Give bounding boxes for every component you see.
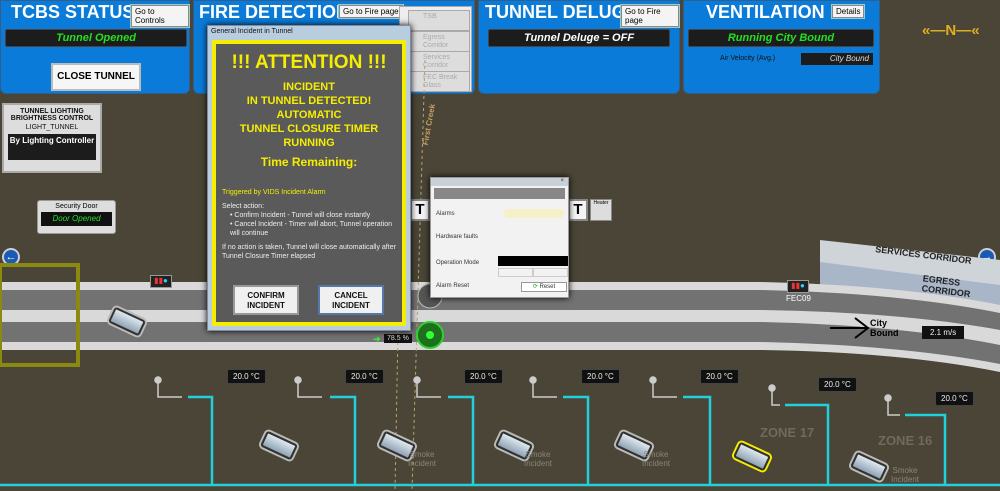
smoke-label: Smoke Incident: [523, 450, 553, 468]
message-line: TUNNEL CLOSURE TIMER: [239, 123, 379, 135]
fec09-label: FEC09: [786, 294, 811, 303]
temperature-readout: 20.0 °C: [227, 369, 266, 384]
direction-label: City Bound: [870, 318, 899, 338]
t-icon[interactable]: T: [568, 199, 588, 221]
auto-close-note: If no action is taken, Tunnel will close…: [222, 244, 396, 260]
cancel-incident-button[interactable]: CANCEL INCIDENT: [318, 285, 384, 315]
temperature-readout: 20.0 °C: [581, 369, 620, 384]
device-status-window: × Alarms Hardware faults Operation Mode …: [430, 177, 569, 298]
incident-message: INCIDENT IN TUNNEL DETECTED! AUTOMATIC T…: [216, 80, 402, 150]
heater-button[interactable]: Heater: [590, 199, 612, 221]
smoke-label: Smoke Incident: [407, 450, 437, 468]
bullet-cancel: • Cancel Incident - Timer will abort, Tu…: [230, 221, 392, 237]
attention-heading: !!! ATTENTION !!!: [231, 52, 387, 73]
zone-17-label: ZONE 17: [760, 425, 815, 440]
time-remaining-label: Time Remaining:: [260, 155, 358, 169]
message-line: AUTOMATIC: [276, 109, 342, 121]
attention-box: !!! ATTENTION !!! INCIDENT IN TUNNEL DET…: [212, 40, 406, 326]
select-action-label: Select action:: [222, 203, 265, 210]
temperature-readout: 20.0 °C: [464, 369, 503, 384]
arrow-right-icon: ➔: [373, 334, 381, 344]
close-icon[interactable]: ×: [560, 178, 568, 184]
alarm-reset-label: Alarm Reset: [436, 283, 470, 289]
fec-icon: ▮▮●: [150, 275, 172, 288]
fec09-icon: ▮▮●: [787, 280, 809, 293]
operation-mode-label: Operation Mode: [436, 260, 480, 266]
bullet-confirm: • Confirm Incident - Tunnel will close i…: [230, 212, 371, 219]
smoke-label: Smoke Incident: [641, 450, 671, 468]
zone-16-label: ZONE 16: [878, 433, 933, 448]
confirm-incident-button[interactable]: CONFIRM INCIDENT: [233, 285, 299, 315]
dialog-title: General Incident in Tunnel: [211, 28, 293, 35]
temperature-readout: 20.0 °C: [818, 377, 857, 392]
alarms-label: Alarms: [436, 211, 455, 217]
air-speed-readout: 2.1 m/s: [922, 326, 965, 339]
refresh-icon: ⟳: [532, 284, 538, 290]
t-icon[interactable]: T: [410, 199, 430, 221]
message-line: IN TUNNEL DETECTED!: [246, 95, 372, 107]
smoke-label: Smoke Incident: [890, 466, 920, 484]
device-titlebar: ×: [431, 178, 568, 186]
instructions: Select action: • Confirm Incident - Tunn…: [216, 202, 402, 261]
message-line: INCIDENT: [283, 81, 335, 93]
temperature-readout: 20.0 °C: [700, 369, 739, 384]
hardware-faults-label: Hardware faults: [436, 234, 479, 240]
temperature-readout: 20.0 °C: [935, 391, 974, 406]
local-mode-button[interactable]: [533, 268, 568, 277]
remote-mode-button[interactable]: [498, 268, 533, 277]
reset-button-label: Reset: [539, 284, 556, 290]
trigger-text: Triggered by VIDS Incident Alarm: [222, 189, 326, 196]
message-line: RUNNING: [283, 137, 335, 149]
fan-level-readout: 78.5 %: [384, 334, 412, 343]
reset-button[interactable]: ⟳ Reset: [521, 282, 567, 292]
temperature-readout: 20.0 °C: [345, 369, 384, 384]
